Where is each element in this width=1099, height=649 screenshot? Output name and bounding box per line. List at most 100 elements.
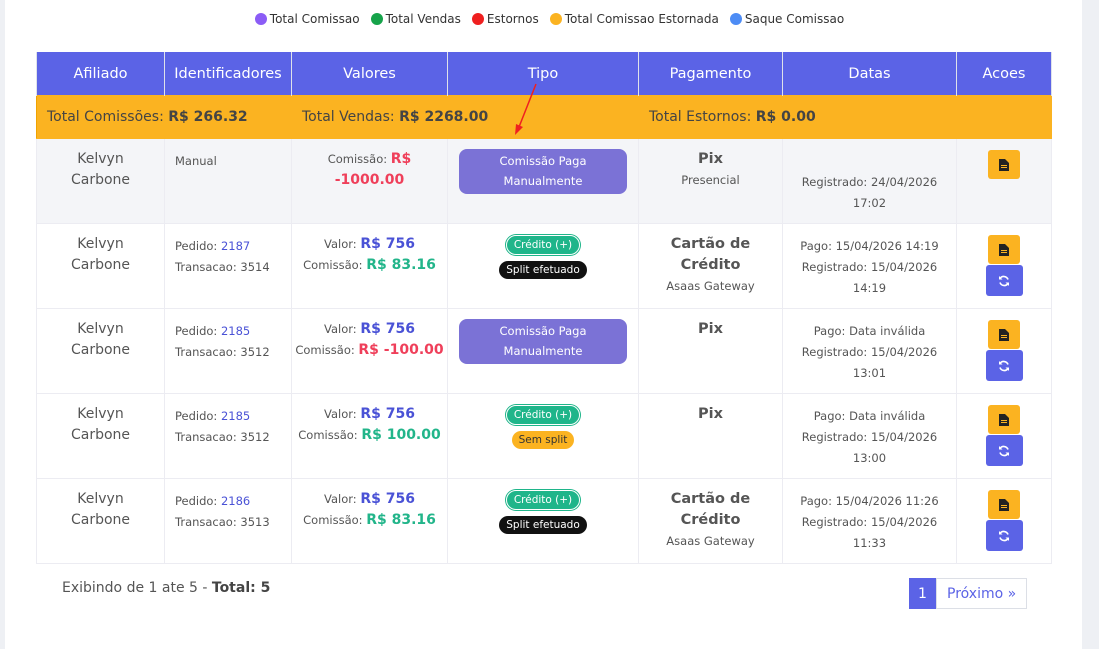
header-valores: Valores [291,52,448,96]
transacao: Transacao: 3514 [175,260,270,274]
afiliado-last-name: Carbone [70,512,131,528]
legend-item-saque-comissao[interactable]: Saque Comissao [729,12,845,26]
totals-row: Total Comissões: R$ 266.32 Total Vendas:… [36,95,1052,139]
pedido-link[interactable]: 2186 [221,494,250,508]
valor-label: Valor: [324,322,357,336]
comissao-label: Comissão: [327,152,388,166]
cell-datas: Pago: Data inválida Registrado: 15/04/202… [782,308,957,394]
total-estornos-label: Total Estornos: [649,109,752,125]
legend-item-total-comissao-estornada[interactable]: Total Comissao Estornada [549,12,719,26]
cell-identificadores: Pedido: 2187 Transacao: 3514 [164,223,292,309]
credito-badge: Crédito (+) [505,405,581,425]
total-count: Total: 5 [211,580,271,596]
pedido-link[interactable]: 2187 [221,239,250,253]
header-identificadores: Identificadores [164,52,292,96]
total-vendas-label: Total Vendas: [302,109,395,125]
header-datas: Datas [782,52,957,96]
pagamento-line1: Cartão de [670,236,751,252]
cell-valores: Comissão: R$ -1000.00 [291,138,448,224]
sem-split-badge: Sem split [511,431,575,449]
pagamento-sub: Asaas Gateway [666,534,755,548]
next-page-button[interactable]: Próximo » [936,578,1028,609]
document-icon [999,158,1009,171]
credito-badge: Crédito (+) [505,490,581,510]
chart-legend: Total Comissao Total Vendas Estornos Tot… [0,12,1099,26]
cell-tipo: Comissão Paga Manualmente [447,138,639,224]
total-comissoes-value: R$ 266.32 [168,109,248,125]
valor-label: Valor: [324,492,357,506]
afiliado-last-name: Carbone [70,257,131,273]
header-pagamento: Pagamento [638,52,783,96]
afiliado-last-name: Carbone [70,172,131,188]
refresh-button[interactable] [985,520,1023,551]
pagamento-sub: Asaas Gateway [666,279,755,293]
legend-label: Total Comissao [269,12,360,26]
afiliado-last-name: Carbone [70,427,131,443]
pago-date: Pago: Data inválida [813,324,926,338]
document-button[interactable] [988,150,1020,179]
document-icon [999,328,1009,341]
pedido-label: Pedido: [175,239,218,253]
comissao-value: R$ 83.16 [366,257,436,273]
cell-datas: Pago: 15/04/2026 11:26 Registrado: 15/04/… [782,478,957,564]
cell-acoes [956,393,1052,479]
pago-date: Pago: 15/04/2026 11:26 [800,494,939,508]
legend-item-total-vendas[interactable]: Total Vendas [370,12,461,26]
legend-label: Total Vendas [385,12,461,26]
header-tipo: Tipo [447,52,639,96]
transacao: Transacao: 3513 [175,515,270,529]
cell-afiliado: Kelvyn Carbone [36,308,165,394]
refresh-button[interactable] [985,265,1023,296]
page-1-button[interactable]: 1 [909,578,936,609]
cell-datas: Pago: 15/04/2026 14:19 Registrado: 15/04/… [782,223,957,309]
pedido-label: Pedido: [175,409,218,423]
pagamento-sub: Presencial [681,173,740,187]
refresh-button[interactable] [985,350,1023,381]
table-row: Kelvyn Carbone Pedido: 2186 Transacao: 351… [36,478,1052,564]
cell-pagamento: Pix [638,393,783,479]
table-row: Kelvyn Carbone Pedido: 2185 Transacao: 351… [36,308,1052,394]
header-acoes: Acoes [956,52,1052,96]
valor-label: Valor: [324,407,357,421]
registrado-time: 14:19 [852,281,887,295]
valor-label: Valor: [324,237,357,251]
comissao-label: Comissão: [298,428,358,442]
table-header-row: Afiliado Identificadores Valores Tipo Pa… [36,52,1052,96]
refresh-button[interactable] [985,435,1023,466]
transacao: Transacao: 3512 [175,345,270,359]
cell-valores: Valor: R$ 756 Comissão: R$ 100.00 [291,393,448,479]
legend-item-total-comissao[interactable]: Total Comissao [254,12,360,26]
registrado-date: Registrado: 24/04/2026 [801,175,938,189]
registrado-date: Registrado: 15/04/2026 [801,430,938,444]
pedido-label: Pedido: [175,324,218,338]
pedido-link[interactable]: 2185 [221,324,250,338]
tipo-badge-manual: Comissão Paga Manualmente [459,149,627,194]
document-button[interactable] [988,405,1020,434]
tipo-line1: Comissão Paga [499,154,587,168]
legend-label: Saque Comissao [744,12,845,26]
cell-pagamento: Cartão de Crédito Asaas Gateway [638,478,783,564]
document-button[interactable] [988,490,1020,519]
pedido-link[interactable]: 2185 [221,409,250,423]
pagamento-method: Pix [698,321,723,337]
comissao-value: R$ 83.16 [366,512,436,528]
credito-badge: Crédito (+) [505,235,581,255]
cell-pagamento: Cartão de Crédito Asaas Gateway [638,223,783,309]
pagamento-method: Pix [698,151,723,167]
comissao-label: Comissão: [303,513,363,527]
document-button[interactable] [988,235,1020,264]
registrado-date: Registrado: 15/04/2026 [801,515,938,529]
transacao: Transacao: 3512 [175,430,270,444]
cell-tipo: Crédito (+) Sem split [447,393,639,479]
comissao-prefix: R$ [390,151,412,167]
tipo-badge-manual: Comissão Paga Manualmente [459,319,627,364]
legend-item-estornos[interactable]: Estornos [471,12,539,26]
legend-dot [729,13,742,25]
document-icon [999,243,1009,256]
document-button[interactable] [988,320,1020,349]
total-comissoes-label: Total Comissões: [47,109,164,125]
table-row: Kelvyn Carbone Manual Comissão: R$ -1000.0… [36,138,1052,224]
tipo-line2: Manualmente [503,344,583,358]
afiliado-first-name: Kelvyn [77,406,124,422]
cell-valores: Valor: R$ 756 Comissão: R$ 83.16 [291,223,448,309]
